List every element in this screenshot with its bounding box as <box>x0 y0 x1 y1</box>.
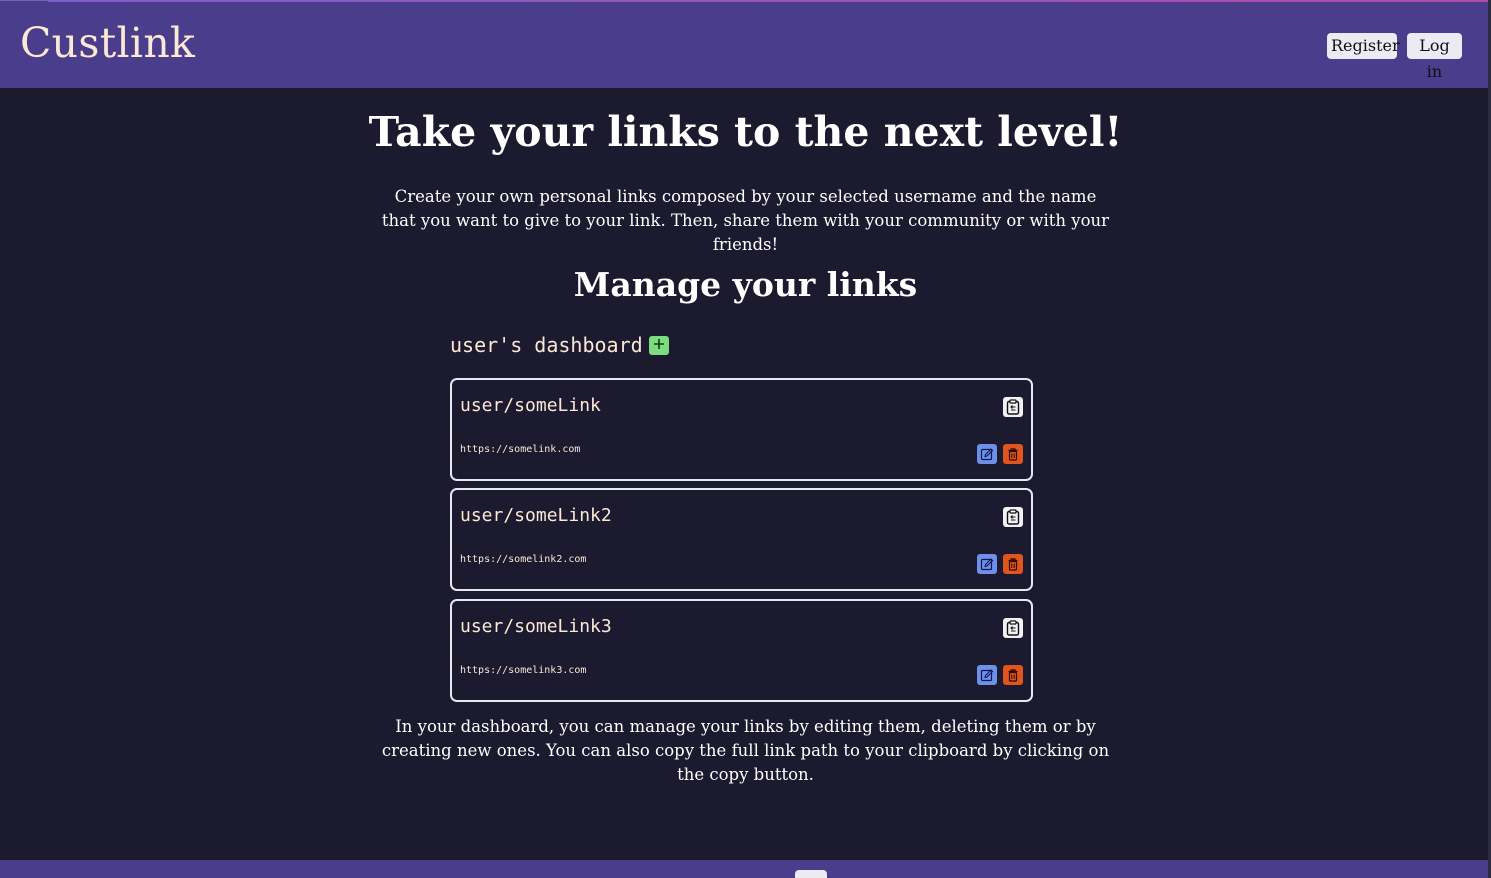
copy-link-button[interactable] <box>1003 397 1023 417</box>
link-card: user/someLink https://somelink.com <box>450 378 1033 481</box>
github-button[interactable] <box>795 870 827 878</box>
add-link-button[interactable] <box>648 335 669 355</box>
clipboard-icon <box>1006 399 1020 415</box>
trash-icon <box>1008 448 1018 461</box>
destination-url: https://somelink3.com <box>460 665 587 676</box>
hero-description: Create your own personal links composed … <box>381 187 1110 254</box>
clipboard-icon <box>1006 620 1020 636</box>
trash-icon <box>1008 558 1018 571</box>
destination-url: https://somelink.com <box>460 444 581 455</box>
top-navbar: Custlink Register Log in <box>0 0 1488 88</box>
link-card: user/someLink3 https://somelink3.com <box>450 599 1033 702</box>
short-link[interactable]: user/someLink <box>460 395 601 416</box>
dashboard-title: user's dashboard <box>450 333 643 357</box>
hero-title: Take your links to the next level! <box>368 108 1123 156</box>
register-button[interactable]: Register <box>1327 33 1400 59</box>
login-button[interactable]: Log in <box>1407 33 1462 81</box>
navbar-accent-line <box>48 0 1488 2</box>
edit-icon <box>980 558 994 571</box>
plus-icon <box>653 338 664 349</box>
clipboard-icon <box>1006 509 1020 525</box>
dashboard-explanation: In your dashboard, you can manage your l… <box>381 717 1110 784</box>
delete-link-button[interactable] <box>1003 665 1023 685</box>
edit-icon <box>980 448 994 461</box>
footer-bar <box>0 860 1488 878</box>
short-link[interactable]: user/someLink3 <box>460 616 612 637</box>
edit-link-button[interactable] <box>977 665 997 685</box>
dashboard-header: user's dashboard <box>450 333 669 357</box>
copy-link-button[interactable] <box>1003 507 1023 527</box>
site-logo[interactable]: Custlink <box>20 19 195 67</box>
destination-url: https://somelink2.com <box>460 554 587 565</box>
delete-link-button[interactable] <box>1003 444 1023 464</box>
link-card: user/someLink2 https://somelink2.com <box>450 488 1033 591</box>
copy-link-button[interactable] <box>1003 618 1023 638</box>
manage-links-title: Manage your links <box>573 265 918 304</box>
delete-link-button[interactable] <box>1003 554 1023 574</box>
edit-link-button[interactable] <box>977 444 997 464</box>
trash-icon <box>1008 669 1018 682</box>
edit-icon <box>980 669 994 682</box>
edit-link-button[interactable] <box>977 554 997 574</box>
short-link[interactable]: user/someLink2 <box>460 505 612 526</box>
